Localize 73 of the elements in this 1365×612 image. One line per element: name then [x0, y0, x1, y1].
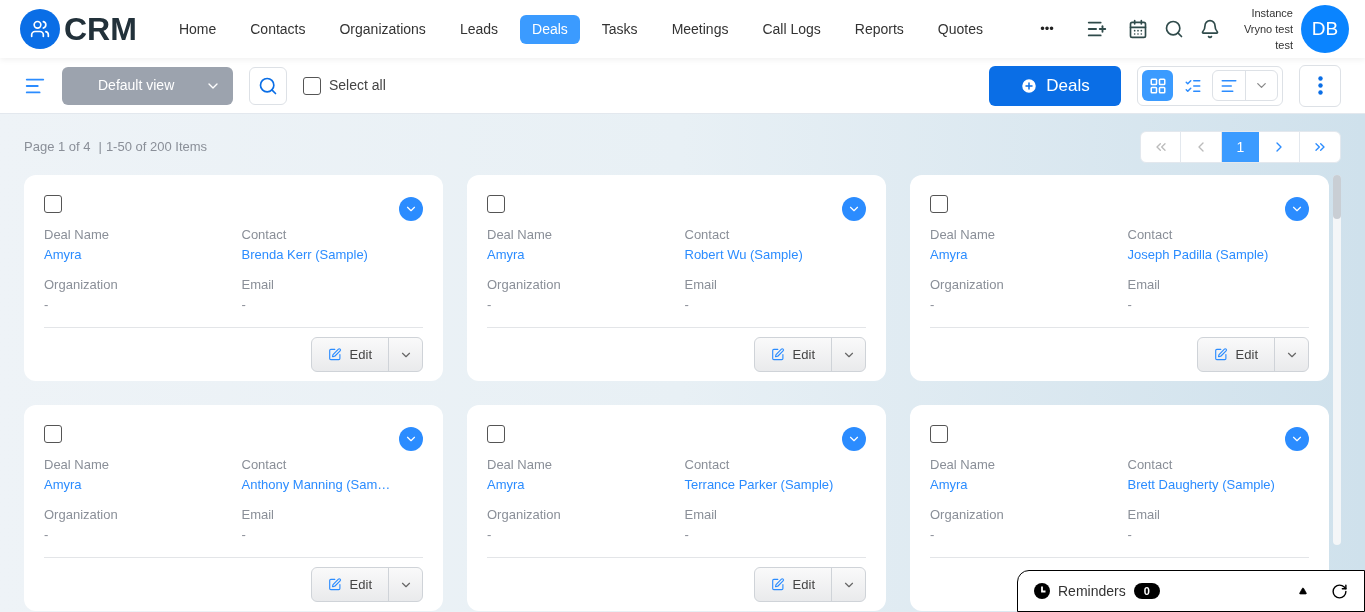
- separator: |: [98, 138, 102, 157]
- items-range: 1-50 of 200 Items: [105, 138, 208, 157]
- field-link[interactable]: Amyra: [487, 475, 525, 495]
- field-label: Email: [241, 506, 274, 524]
- field-label: Contact: [241, 456, 287, 474]
- field-label: Organization: [487, 276, 561, 294]
- field-label: Contact: [241, 226, 287, 244]
- field-label: Deal Name: [44, 226, 110, 244]
- nav-tab[interactable]: Organizations: [327, 14, 438, 44]
- field-label: Contact: [684, 226, 730, 244]
- field-link[interactable]: Amyra: [44, 245, 82, 265]
- field-label: Deal Name: [930, 226, 996, 244]
- brand-name: CRM: [64, 10, 137, 49]
- field-label: Email: [684, 506, 717, 524]
- field-link[interactable]: Joseph Padilla (Sample): [1127, 245, 1269, 265]
- field-value: -: [1127, 526, 1132, 544]
- field-link[interactable]: Amyra: [44, 475, 82, 495]
- field-label: Organization: [930, 506, 1004, 524]
- user-avatar[interactable]: DB: [1301, 5, 1349, 53]
- field-label: Contact: [1127, 226, 1173, 244]
- page-number-button[interactable]: 1: [1222, 132, 1259, 162]
- nav-tab[interactable]: Leads: [447, 14, 511, 44]
- field-value: -: [44, 526, 49, 544]
- field-value: -: [684, 296, 689, 314]
- field-value: -: [44, 296, 49, 314]
- field-value: -: [241, 296, 246, 314]
- field-label: Email: [241, 276, 274, 294]
- field-label: Deal Name: [44, 456, 110, 474]
- field-label: Email: [1127, 506, 1160, 524]
- field-value: -: [241, 526, 246, 544]
- nav-tab[interactable]: Home: [166, 14, 229, 44]
- nav-tab[interactable]: Meetings: [659, 14, 741, 44]
- field-value: -: [930, 526, 935, 544]
- select-all-label: Select all: [329, 76, 386, 95]
- field-value: -: [487, 526, 492, 544]
- field-label: Contact: [684, 456, 730, 474]
- instance-name: test: [1275, 38, 1293, 53]
- nav-tab[interactable]: Reports: [842, 14, 916, 44]
- field-label: Organization: [44, 276, 118, 294]
- field-value: -: [684, 526, 689, 544]
- nav-tab[interactable]: Call Logs: [750, 14, 833, 44]
- field-link[interactable]: Brett Daugherty (Sample): [1127, 475, 1275, 495]
- view-dropdown[interactable]: Default view: [62, 66, 233, 105]
- field-value: -: [487, 296, 492, 314]
- field-label: Organization: [44, 506, 118, 524]
- field-link[interactable]: Amyra: [487, 245, 525, 265]
- field-label: Email: [1127, 276, 1160, 294]
- field-label: Contact: [1127, 456, 1173, 474]
- field-label: Deal Name: [487, 226, 553, 244]
- field-link[interactable]: Brenda Kerr (Sample): [241, 245, 368, 265]
- nav-tab[interactable]: Contacts: [238, 14, 318, 44]
- nav-tab[interactable]: Tasks: [589, 14, 650, 44]
- field-label: Email: [684, 276, 717, 294]
- field-value: -: [930, 296, 935, 314]
- field-link[interactable]: Robert Wu (Sample): [684, 245, 803, 265]
- nav-tab[interactable]: Quotes: [925, 14, 995, 44]
- field-label: Organization: [930, 276, 1004, 294]
- field-link[interactable]: Amyra: [930, 475, 968, 495]
- field-label: Deal Name: [930, 456, 996, 474]
- page-indicator: Page 1 of 4: [24, 138, 91, 157]
- reminders-count: 0: [1133, 583, 1160, 599]
- field-link[interactable]: Anthony Manning (Sam…: [241, 475, 391, 495]
- instance-name: Instance: [1251, 6, 1293, 21]
- field-link[interactable]: Terrance Parker (Sample): [684, 475, 834, 495]
- field-label: Organization: [487, 506, 561, 524]
- field-value: -: [1127, 296, 1132, 314]
- instance-name: Vryno test: [1243, 22, 1293, 37]
- field-link[interactable]: Amyra: [930, 245, 968, 265]
- more-menu[interactable]: •••: [1040, 19, 1054, 39]
- add-deal-button[interactable]: Deals: [989, 65, 1121, 106]
- reminders-label: Reminders: [1058, 581, 1126, 601]
- field-label: Deal Name: [487, 456, 553, 474]
- nav-tab[interactable]: Deals: [520, 14, 580, 44]
